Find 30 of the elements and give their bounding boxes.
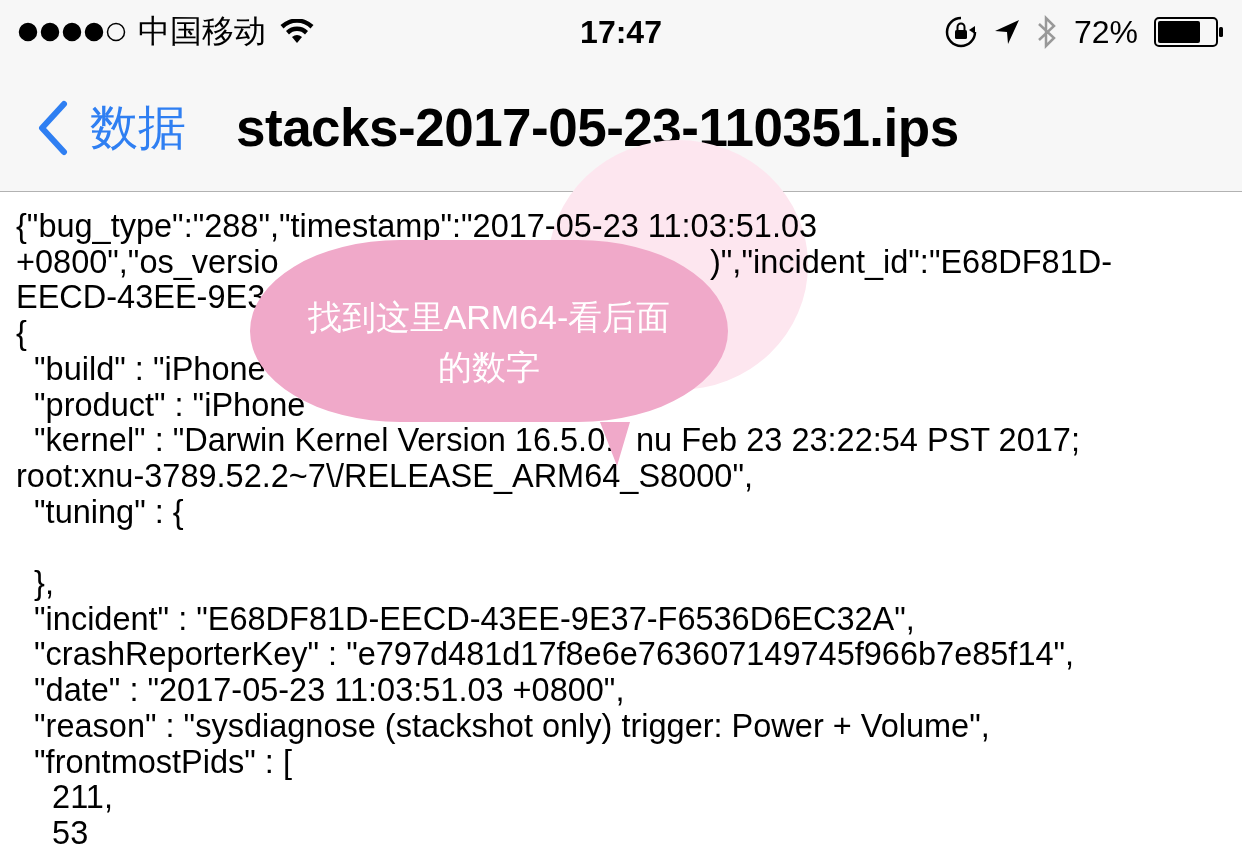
file-title: stacks-2017-05-23-110351.ips (236, 97, 959, 158)
back-chevron-icon (36, 99, 68, 156)
back-button[interactable]: 数据 (36, 95, 186, 160)
rotation-lock-icon (943, 15, 978, 49)
code-line: "frontmostPids" : [ (33, 743, 292, 780)
code-line: 211, (51, 779, 113, 816)
code-line: 53 (51, 814, 89, 851)
code-line: "kernel" : "Darwin Kernel Version 16.5.0: (33, 422, 616, 459)
code-line: "crashReporterKey" : "e797d481d17f8e6e763607149745f966b7e85f14", (33, 636, 1075, 673)
code-line: "date" : "2017-05-23 11:03:51.03 +0800", (33, 672, 625, 709)
code-line: )","incident_id":"E68DF81D- (710, 243, 1112, 280)
clock-time: 17:47 (580, 13, 662, 51)
code-line: nu Feb 23 23:22:54 PST 2017; (636, 422, 1080, 459)
code-line: "product" : "iPhone (33, 386, 306, 423)
code-line: "reason" : "sysdiagnose (stackshot only) trigger: Power + Volume", (33, 707, 990, 744)
code-line: {"bug_type":"288","timestamp":"2017-05-23 11:03:51.03 (16, 208, 818, 244)
code-line: "incident" : "E68DF81D-EECD-43EE-9E37-F6536D6EC32A", (33, 600, 915, 637)
carrier-name: 中国移动 (138, 12, 266, 51)
battery-icon (1154, 17, 1224, 47)
code-line: "build" : "iPhone (33, 350, 266, 387)
code-line: EECD-43EE-9E3 (16, 279, 266, 316)
code-line: +0800","os_versio (16, 243, 279, 280)
battery-percentage: 72% (1073, 13, 1138, 51)
code-line: "tuning" : { (34, 493, 184, 530)
code-line: { (16, 315, 27, 352)
code-line: root:xnu-3789.52.2~7\/RELEASE_ARM64_S8000", (16, 457, 753, 494)
annotation-text: 找到这里ARM64-看后面的数字 (306, 297, 672, 388)
location-arrow-icon (993, 19, 1020, 45)
wifi-icon (280, 19, 314, 45)
code-line: }, (33, 565, 54, 601)
